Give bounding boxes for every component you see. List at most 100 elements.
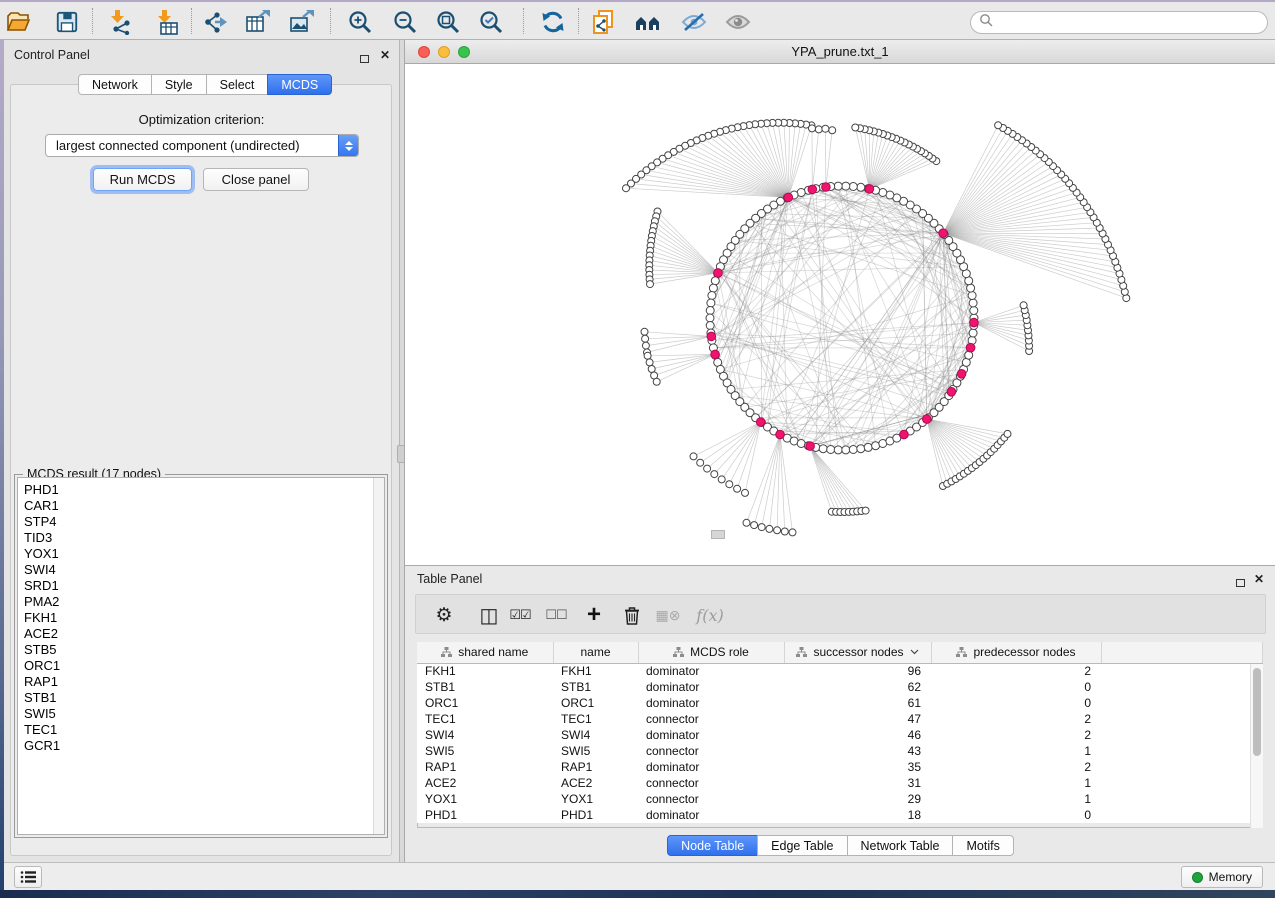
tab-network[interactable]: Network [78, 74, 152, 95]
table-row[interactable]: ORC1ORC1dominator610 [417, 695, 1263, 711]
scrollbar-thumb[interactable] [1253, 668, 1261, 756]
list-item[interactable]: STP4 [18, 514, 384, 530]
delete-table-icon: ▦⊗ [652, 600, 684, 630]
export-image-icon[interactable] [285, 7, 319, 37]
close-window-icon[interactable] [418, 46, 430, 58]
tab-motifs[interactable]: Motifs [952, 835, 1013, 856]
list-item[interactable]: ORC1 [18, 658, 384, 674]
list-item[interactable]: FKH1 [18, 610, 384, 626]
column-header-successor-nodes[interactable]: successor nodes [784, 642, 931, 663]
export-table-icon[interactable] [241, 7, 275, 37]
export-network-icon[interactable] [198, 7, 232, 37]
search-input[interactable] [970, 11, 1268, 34]
list-item[interactable]: YOX1 [18, 546, 384, 562]
table-scrollbar[interactable] [1250, 664, 1263, 828]
list-item[interactable]: CAR1 [18, 498, 384, 514]
table-row[interactable]: SWI5SWI5connector431 [417, 743, 1263, 759]
delete-row-icon[interactable] [616, 600, 648, 630]
list-item[interactable]: TID3 [18, 530, 384, 546]
memory-status-icon [1192, 872, 1203, 883]
table-row[interactable]: FKH1FKH1dominator962 [417, 663, 1263, 679]
list-item[interactable]: STB5 [18, 642, 384, 658]
list-item[interactable]: PHD1 [18, 482, 384, 498]
table-options-icon[interactable]: ⚙ [428, 600, 460, 630]
toolbar-separator [191, 8, 192, 34]
mcds-result-groupbox: MCDS result (17 nodes) PHD1 CAR1 STP4 TI… [14, 474, 388, 838]
show-columns-icon[interactable]: ◫ [473, 600, 505, 630]
table-type-tabs: Node Table Edge Table Network Table Moti… [405, 835, 1275, 856]
minimize-window-icon[interactable] [438, 46, 450, 58]
column-header-filler [1101, 642, 1263, 663]
memory-button[interactable]: Memory [1181, 866, 1263, 888]
tab-node-table[interactable]: Node Table [667, 835, 758, 856]
criterion-dropdown[interactable]: largest connected component (undirected) [45, 134, 359, 157]
zoom-fit-icon[interactable] [431, 7, 465, 37]
table-row[interactable]: RAP1RAP1dominator352 [417, 759, 1263, 775]
tab-edge-table[interactable]: Edge Table [757, 835, 847, 856]
tab-mcds[interactable]: MCDS [267, 74, 332, 95]
column-header-name[interactable]: name [553, 642, 638, 663]
criterion-selected-value: largest connected component (undirected) [46, 138, 338, 153]
column-header-mcds-role[interactable]: MCDS role [638, 642, 784, 663]
table-row[interactable]: PHD1PHD1dominator180 [417, 807, 1263, 823]
column-type-icon [956, 647, 967, 658]
table-row[interactable]: YOX1YOX1connector291 [417, 791, 1263, 807]
table-row[interactable]: ACE2ACE2connector311 [417, 775, 1263, 791]
table-row[interactable]: STB1STB1dominator620 [417, 679, 1263, 695]
deselect-all-icon[interactable]: ☐☐ [540, 600, 572, 630]
canvas-splitter-grip[interactable] [711, 530, 725, 539]
status-bar: Memory [4, 862, 1275, 890]
toolbar-separator [330, 8, 331, 34]
table-row[interactable]: SWI4SWI4dominator462 [417, 727, 1263, 743]
import-network-icon[interactable] [103, 7, 137, 37]
zoom-in-icon[interactable] [343, 7, 377, 37]
float-panel-icon[interactable] [360, 50, 369, 68]
tab-select[interactable]: Select [206, 74, 269, 95]
column-header-shared-name[interactable]: shared name [417, 642, 553, 663]
import-table-icon[interactable] [150, 7, 184, 37]
toolbar-separator [523, 8, 524, 34]
toolbar-separator [578, 8, 579, 34]
column-header-predecessor-nodes[interactable]: predecessor nodes [931, 642, 1101, 663]
zoom-selected-icon[interactable] [474, 7, 508, 37]
task-history-button[interactable] [14, 866, 42, 888]
control-panel-title: Control Panel [14, 48, 90, 62]
select-all-icon[interactable]: ☑☑ [504, 600, 536, 630]
list-item[interactable]: STB1 [18, 690, 384, 706]
maximize-window-icon[interactable] [458, 46, 470, 58]
list-item[interactable]: SWI5 [18, 706, 384, 722]
list-item[interactable]: RAP1 [18, 674, 384, 690]
first-neighbors-icon[interactable] [631, 7, 665, 37]
list-item[interactable]: SWI4 [18, 562, 384, 578]
add-row-icon[interactable]: + [578, 600, 610, 630]
list-scrollbar[interactable] [373, 478, 384, 834]
list-item[interactable]: TEC1 [18, 722, 384, 738]
mcds-result-list[interactable]: PHD1 CAR1 STP4 TID3 YOX1 SWI4 SRD1 PMA2 … [17, 477, 385, 835]
close-panel-icon[interactable]: ✕ [380, 50, 390, 60]
table-row[interactable]: TEC1TEC1connector472 [417, 711, 1263, 727]
apply-layout-icon[interactable] [536, 7, 570, 37]
duplicate-network-icon[interactable] [586, 7, 620, 37]
run-mcds-button[interactable]: Run MCDS [93, 168, 192, 191]
list-item[interactable]: SRD1 [18, 578, 384, 594]
tab-network-table[interactable]: Network Table [847, 835, 954, 856]
float-panel-icon[interactable] [1236, 574, 1245, 592]
hide-selected-icon[interactable] [677, 7, 711, 37]
close-panel-icon[interactable]: ✕ [1254, 574, 1264, 584]
open-file-icon[interactable] [1, 7, 35, 37]
show-all-icon[interactable] [721, 7, 755, 37]
list-item[interactable]: GCR1 [18, 738, 384, 754]
list-item[interactable]: ACE2 [18, 626, 384, 642]
tab-style[interactable]: Style [151, 74, 207, 95]
close-panel-button[interactable]: Close panel [203, 168, 309, 191]
network-graph[interactable] [405, 64, 1275, 565]
optimization-criterion-label: Optimization criterion: [4, 112, 399, 127]
network-window-titlebar[interactable]: YPA_prune.txt_1 [405, 40, 1275, 64]
column-type-icon [673, 647, 684, 658]
table-header-row: shared name name MCDS role successor nod… [417, 642, 1263, 663]
save-session-icon[interactable] [50, 7, 84, 37]
zoom-out-icon[interactable] [388, 7, 422, 37]
column-type-icon [796, 647, 807, 658]
network-canvas[interactable] [405, 64, 1275, 565]
list-item[interactable]: PMA2 [18, 594, 384, 610]
